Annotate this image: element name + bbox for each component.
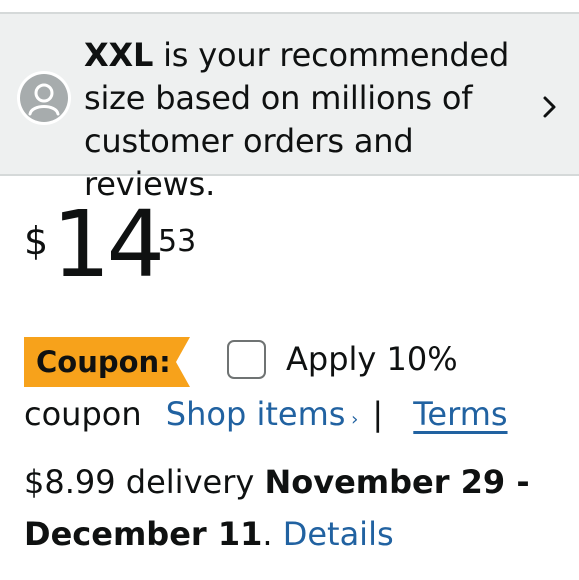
coupon-badge: Coupon: <box>24 337 190 387</box>
recommended-size: XXL <box>84 36 154 74</box>
terms-link[interactable]: Terms <box>399 395 507 433</box>
delivery-fee: $8.99 delivery <box>24 463 265 501</box>
banner-line-1: is your recommended <box>153 36 510 74</box>
apply-coupon-label-continued[interactable]: coupon <box>24 395 142 433</box>
chevron-right-icon[interactable] <box>540 94 560 120</box>
delivery-details-link[interactable]: Details <box>283 515 394 553</box>
link-separator: | <box>372 395 384 433</box>
price-currency: $ <box>24 219 49 263</box>
user-avatar-icon <box>20 74 68 122</box>
apply-coupon-checkbox[interactable] <box>227 340 266 379</box>
coupon-badge-label: Coupon: <box>36 345 171 379</box>
avatar <box>17 71 71 125</box>
price-fraction: 53 <box>158 224 197 259</box>
coupon-line: coupon Shop items › | Terms <box>24 392 508 442</box>
banner-line-2: size based on millions of <box>84 79 473 117</box>
delivery-info: $8.99 delivery November 29 - December 11… <box>24 456 564 560</box>
delivery-period: . <box>262 515 283 553</box>
chevron-right-small-icon: › <box>345 409 359 430</box>
shop-items-link[interactable]: Shop items › <box>152 395 359 433</box>
apply-coupon-label[interactable]: Apply 10% <box>286 337 458 381</box>
shop-items-label[interactable]: Shop items <box>166 395 346 433</box>
price-whole: 14 <box>52 191 165 298</box>
size-recommendation-banner[interactable]: XXL is your recommended size based on mi… <box>0 14 579 203</box>
size-recommendation-text: XXL is your recommended size based on mi… <box>84 34 524 206</box>
